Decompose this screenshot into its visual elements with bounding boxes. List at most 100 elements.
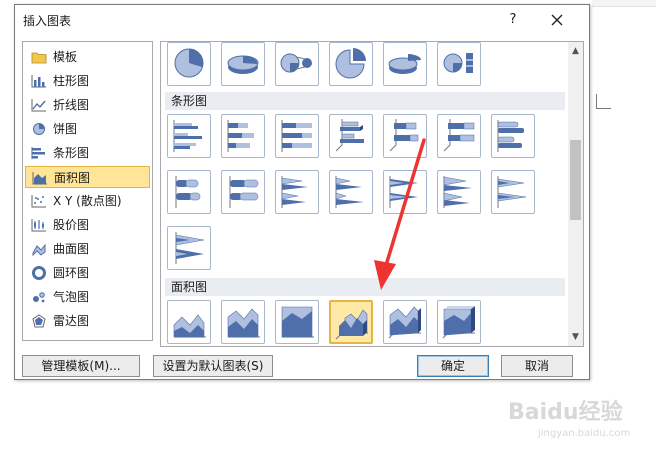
clustered-bar-icon: [173, 120, 202, 152]
category-label: 股价图: [53, 218, 90, 232]
category-area[interactable]: 面积图: [25, 166, 150, 188]
category-surface[interactable]: 曲面图: [25, 238, 150, 260]
category-label: 饼图: [53, 122, 78, 136]
category-label: 面积图: [54, 171, 91, 185]
chart-thumb-3d-100-stacked-bar[interactable]: [437, 114, 481, 158]
category-scatter[interactable]: X Y (散点图): [25, 190, 150, 212]
category-label: 气泡图: [53, 290, 90, 304]
chart-thumb-3d-area[interactable]: [329, 300, 373, 344]
chart-thumb-100-stacked-bar[interactable]: [275, 114, 319, 158]
manage-templates-button[interactable]: 管理模板(M)...: [22, 355, 140, 377]
chart-category-list: 模板 柱形图 折线图 饼图 条形图 面积图 X Y (散点图) 股价图 曲面图 …: [22, 41, 153, 341]
gallery-scrollbar[interactable]: ▲ ▼: [568, 42, 583, 346]
dialog-title: 插入图表: [23, 14, 72, 28]
category-label: 折线图: [53, 98, 90, 112]
chart-thumb-stacked-horizontal-pyramid[interactable]: [491, 170, 535, 214]
scrollbar-thumb[interactable]: [570, 140, 581, 220]
chart-thumb-pie[interactable]: [167, 42, 211, 86]
category-bar[interactable]: 条形图: [25, 142, 150, 164]
watermark-sub-text: jingyan.baidu.com: [538, 428, 631, 439]
chart-thumb-area[interactable]: [167, 300, 211, 344]
category-label: 条形图: [53, 146, 90, 160]
stacked-area-icon: [227, 308, 260, 338]
scatter-chart-icon: [31, 195, 46, 208]
horizontal-cone-icon: [281, 176, 308, 208]
category-templates[interactable]: 模板: [25, 46, 150, 68]
chart-thumb-stacked-horizontal-cone[interactable]: [329, 170, 373, 214]
stacked-pyramid-icon: [497, 176, 527, 208]
percent-stacked-cone-icon: [389, 176, 418, 208]
chart-thumb-100-stacked-horizontal-pyramid[interactable]: [167, 226, 211, 270]
category-radar[interactable]: 雷达图: [25, 310, 150, 332]
cancel-button[interactable]: 取消: [501, 355, 573, 377]
pie-chart-icon: [33, 123, 45, 135]
chart-thumb-stacked-horizontal-cylinder[interactable]: [167, 170, 211, 214]
chart-thumb-stacked-area[interactable]: [221, 300, 265, 344]
chart-thumb-clustered-bar[interactable]: [167, 114, 211, 158]
horizontal-cylinder-icon: [497, 120, 524, 152]
category-label: 曲面图: [53, 242, 90, 256]
category-bubble[interactable]: 气泡图: [25, 286, 150, 308]
chart-thumb-100-stacked-area[interactable]: [275, 300, 319, 344]
help-button[interactable]: ?: [503, 9, 523, 31]
radar-chart-icon: [32, 314, 46, 328]
chart-thumb-3d-stacked-bar[interactable]: [383, 114, 427, 158]
chart-thumb-3d-stacked-area[interactable]: [383, 300, 427, 344]
area-chart-icon: [32, 172, 47, 185]
pie-3d-icon: [227, 55, 259, 74]
insert-chart-dialog: 插入图表 ? 模板 柱形图 折线图 饼图 条形图 面积图 X Y (散点图) 股…: [14, 4, 590, 380]
close-icon: [551, 14, 563, 26]
surface-chart-icon: [32, 243, 46, 256]
category-doughnut[interactable]: 圆环图: [25, 262, 150, 284]
chart-thumb-100-stacked-horizontal-cone[interactable]: [383, 170, 427, 214]
doughnut-chart-icon: [32, 266, 46, 280]
chart-thumb-clustered-horizontal-cone[interactable]: [275, 170, 319, 214]
stock-chart-icon: [31, 219, 46, 232]
exploded-pie-icon: [335, 48, 366, 79]
percent-stacked-area-icon: [281, 306, 314, 338]
folder-icon: [31, 52, 47, 64]
scroll-down-arrow-icon[interactable]: ▼: [568, 330, 583, 344]
bar-chart-icon: [31, 147, 45, 159]
chart-thumb-bar-of-pie[interactable]: [437, 42, 481, 86]
stacked-bar-3d-icon: [389, 119, 419, 152]
chart-thumb-100-stacked-horizontal-cylinder[interactable]: [221, 170, 265, 214]
percent-stacked-area-3d-icon: [442, 306, 475, 339]
bubble-chart-icon: [33, 292, 45, 303]
chart-thumb-pie-of-pie[interactable]: [275, 42, 319, 86]
watermark-main-text: Baidu经验: [508, 400, 623, 425]
chart-thumb-stacked-bar[interactable]: [221, 114, 265, 158]
pie-of-pie-icon: [280, 53, 312, 73]
category-line[interactable]: 折线图: [25, 94, 150, 116]
stacked-cylinder-icon: [175, 176, 201, 208]
chart-thumb-clustered-horizontal-cylinder[interactable]: [491, 114, 535, 158]
background-toolbar-strip: [592, 0, 656, 7]
stacked-bar-icon: [227, 120, 254, 152]
set-default-chart-button[interactable]: 设置为默认图表(S): [153, 355, 273, 377]
pie-chart-icon: [174, 48, 204, 78]
scroll-up-arrow-icon[interactable]: ▲: [568, 44, 583, 58]
stacked-cone-icon: [335, 176, 364, 208]
category-stock[interactable]: 股价图: [25, 214, 150, 236]
chart-thumb-clustered-horizontal-pyramid[interactable]: [437, 170, 481, 214]
close-button[interactable]: [545, 9, 569, 31]
clustered-bar-3d-icon: [335, 119, 364, 152]
baidu-watermark: Baidu经验 jingyan.baidu.com: [508, 394, 648, 454]
horizontal-pyramid-icon: [443, 176, 472, 208]
category-label: X Y (散点图): [53, 194, 122, 208]
category-column[interactable]: 柱形图: [25, 70, 150, 92]
category-label: 柱形图: [53, 74, 90, 88]
section-header-area: 面积图: [165, 278, 565, 296]
percent-stacked-cylinder-icon: [229, 176, 259, 208]
category-label: 圆环图: [53, 266, 90, 280]
chart-thumb-3d-100-stacked-area[interactable]: [437, 300, 481, 344]
chart-thumb-exploded-pie[interactable]: [329, 42, 373, 86]
section-header-bar: 条形图: [165, 92, 565, 110]
chart-thumb-3d-clustered-bar[interactable]: [329, 114, 373, 158]
chart-thumb-pie-3d[interactable]: [221, 42, 265, 86]
chart-thumb-exploded-pie-3d[interactable]: [383, 42, 427, 86]
document-corner-mark: [596, 94, 611, 109]
area-icon: [173, 314, 206, 338]
category-pie[interactable]: 饼图: [25, 118, 150, 140]
ok-button[interactable]: 确定: [417, 355, 489, 377]
